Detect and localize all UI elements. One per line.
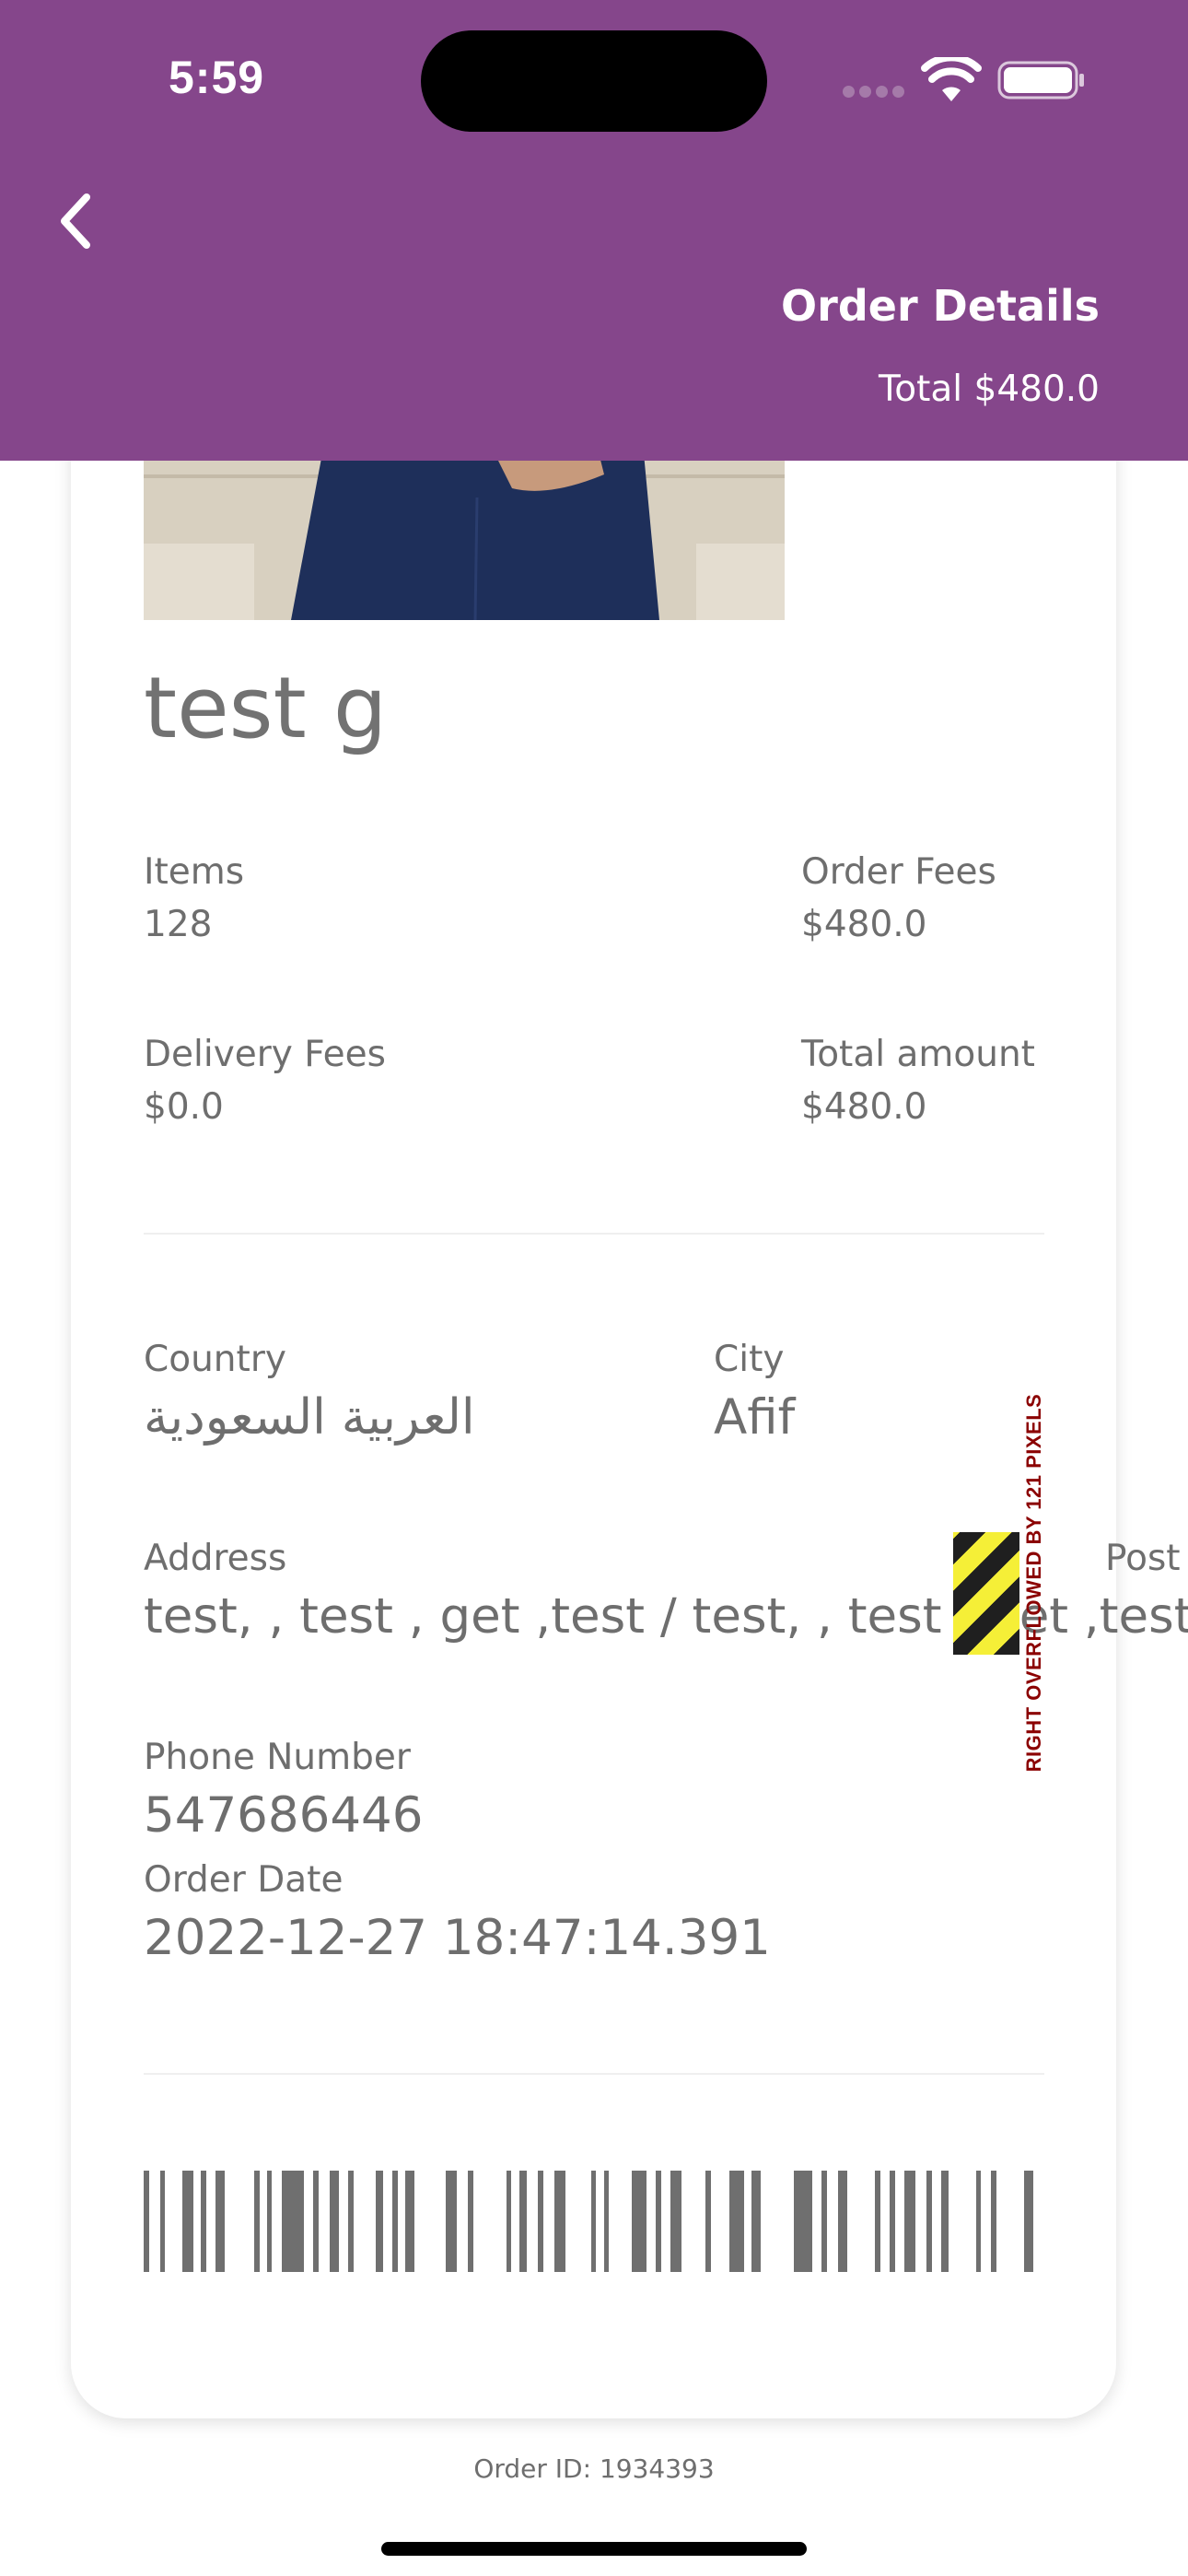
delivery-fees-label: Delivery Fees (144, 1034, 386, 1075)
status-time: 5:59 (169, 52, 265, 103)
total-amount-label: Total amount (801, 1034, 1035, 1075)
divider (144, 1233, 1044, 1235)
delivery-fees-value: $0.0 (144, 1086, 224, 1128)
chevron-left-icon[interactable] (48, 184, 112, 258)
order-date-label: Order Date (144, 1859, 344, 1901)
order-fees-value: $480.0 (801, 904, 927, 945)
cellular-signal-icon (843, 86, 905, 99)
items-value: 128 (144, 904, 213, 945)
product-name: test g (144, 659, 388, 757)
address-label: Address (144, 1538, 287, 1579)
divider (144, 2073, 1044, 2075)
post-label: Post (1105, 1538, 1181, 1579)
header-total: Total $480.0 (879, 369, 1100, 410)
items-label: Items (144, 851, 245, 893)
city-label: City (714, 1339, 785, 1380)
country-value: العربية السعودية (144, 1389, 475, 1446)
order-fees-label: Order Fees (801, 851, 996, 893)
wifi-icon (921, 57, 982, 101)
order-id: Order ID: 1934393 (473, 2453, 715, 2484)
page-title: Order Details (781, 281, 1100, 331)
overflow-warning-text: RIGHT OVERFLOWED BY 121 PIXELS (1022, 1393, 1045, 1773)
barcode (144, 2171, 1033, 2272)
home-indicator[interactable] (381, 2542, 807, 2556)
order-date-value: 2022-12-27 18:47:14.391 (144, 1910, 771, 1966)
phone-value: 547686446 (144, 1787, 424, 1844)
city-value: Afif (714, 1389, 796, 1446)
battery-icon (997, 61, 1084, 100)
country-label: Country (144, 1339, 286, 1380)
app-header: 5:59 Order Details Total $480.0 (0, 0, 1188, 461)
phone-label: Phone Number (144, 1737, 411, 1778)
overflow-warning-stripes (953, 1532, 1019, 1655)
total-amount-value: $480.0 (801, 1086, 927, 1128)
dynamic-island (421, 30, 767, 132)
